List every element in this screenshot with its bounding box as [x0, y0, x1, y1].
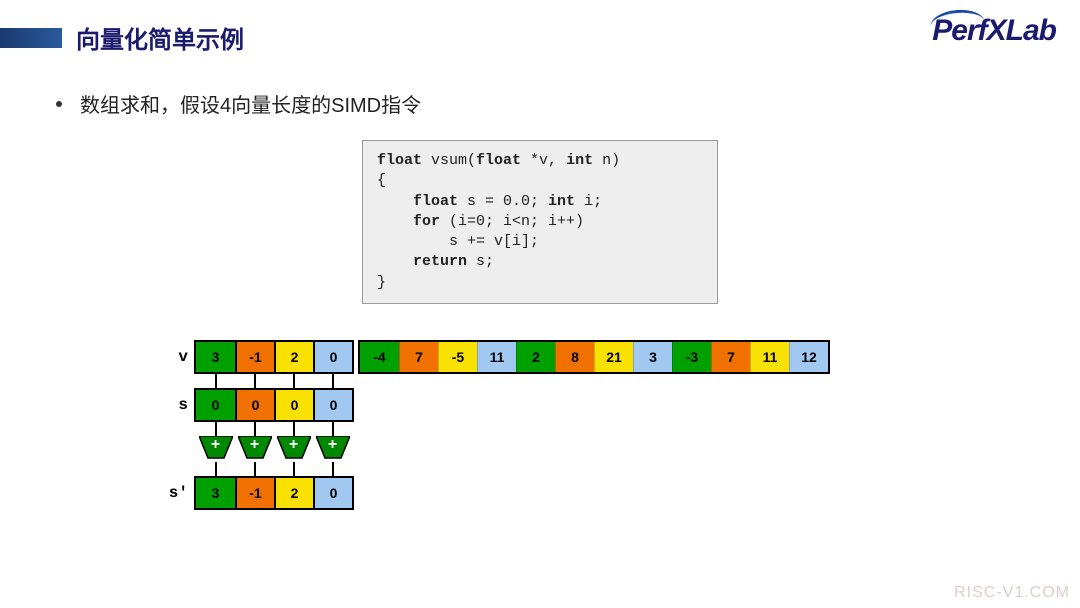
connector-lines [194, 374, 830, 388]
code-text: i; [575, 193, 602, 210]
code-kw: return [413, 253, 467, 270]
code-text: s += v[i]; [377, 233, 539, 250]
vector-cell: 3 [196, 342, 235, 372]
vector-cell: 7 [399, 342, 438, 372]
code-text: vsum( [422, 152, 476, 169]
bullet-icon [56, 101, 62, 107]
connector-line [293, 462, 295, 476]
row-label-sp: s' [164, 484, 194, 502]
vector-cell: 0 [235, 390, 274, 420]
vector-cell: 2 [274, 478, 313, 508]
vector-cell: 12 [789, 342, 828, 372]
code-text: } [377, 274, 386, 291]
code-kw: float [476, 152, 521, 169]
logo: PerfXLab [932, 14, 1056, 48]
vector-cell: 3 [633, 342, 672, 372]
code-text: (i=0; i<n; i++) [440, 213, 584, 230]
vector-cell: -4 [360, 342, 399, 372]
connector-line [332, 422, 334, 436]
plus-sign: + [277, 436, 311, 454]
connector-line [254, 422, 256, 436]
vector-cell: 11 [477, 342, 516, 372]
connector-line [254, 374, 256, 388]
bullet-row: 数组求和，假设4向量长度的SIMD指令 [0, 55, 1080, 118]
code-kw: for [413, 213, 440, 230]
connector-line [332, 462, 334, 476]
code-text: s = 0.0; [458, 193, 548, 210]
vector-v-row: v 3-120 -47-51128213-371112 [164, 340, 830, 374]
vector-cell: -3 [672, 342, 711, 372]
code-text [377, 213, 413, 230]
vector-cell: 0 [274, 390, 313, 420]
plus-sign: + [199, 436, 233, 454]
connector-lines [194, 462, 830, 476]
plus-sign: + [316, 436, 350, 454]
vector-cell: 11 [750, 342, 789, 372]
connector-lines [194, 422, 830, 436]
code-block: float vsum(float *v, int n) { float s = … [362, 140, 718, 304]
row-label-v: v [164, 348, 194, 366]
vector-cell: 0 [196, 390, 235, 420]
code-kw: int [548, 193, 575, 210]
connector-line [293, 422, 295, 436]
vector-cell: 0 [313, 390, 352, 420]
connector-line [293, 374, 295, 388]
vector-cell: 7 [711, 342, 750, 372]
code-text: n) [593, 152, 620, 169]
code-text [377, 253, 413, 270]
vector-v-tail: -47-51128213-371112 [358, 340, 830, 374]
vector-cell: -1 [235, 342, 274, 372]
title-accent [0, 28, 62, 48]
row-label-s: s [164, 396, 194, 414]
vector-cell: 3 [196, 478, 235, 508]
bullet-text: 数组求和，假设4向量长度的SIMD指令 [80, 89, 421, 118]
vector-s-cells: 0000 [194, 388, 354, 422]
vector-cell: -1 [235, 478, 274, 508]
connector-line [215, 462, 217, 476]
vector-cell: 2 [274, 342, 313, 372]
vector-cell: 0 [313, 342, 352, 372]
connector-line [215, 374, 217, 388]
vector-cell: 2 [516, 342, 555, 372]
vector-cell: 0 [313, 478, 352, 508]
watermark: RISC-V1.COM [954, 584, 1070, 602]
vector-s-row: s 0000 [164, 388, 830, 422]
code-text: *v, [521, 152, 566, 169]
vector-sp-row: s' 3-120 [164, 476, 830, 510]
page-title: 向量化简单示例 [76, 20, 244, 55]
connector-line [332, 374, 334, 388]
vector-cell: 21 [594, 342, 633, 372]
code-kw: float [413, 193, 458, 210]
code-kw: int [566, 152, 593, 169]
vector-cell: -5 [438, 342, 477, 372]
title-bar: 向量化简单示例 [0, 0, 1080, 55]
vector-cell: 8 [555, 342, 594, 372]
connector-line [254, 462, 256, 476]
code-kw: float [377, 152, 422, 169]
vector-v-head: 3-120 [194, 340, 354, 374]
code-text [377, 193, 413, 210]
connector-line [215, 422, 217, 436]
simd-diagram: v 3-120 -47-51128213-371112 s 0000 ++++ … [164, 340, 830, 510]
code-text: s; [467, 253, 494, 270]
plus-sign: + [238, 436, 272, 454]
vector-sp-cells: 3-120 [194, 476, 354, 510]
code-text: { [377, 172, 386, 189]
adder-row: + + + + [194, 436, 830, 462]
